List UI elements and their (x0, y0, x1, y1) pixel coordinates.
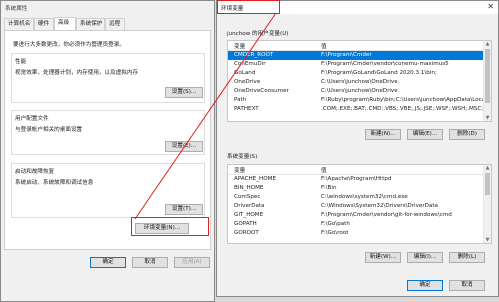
user-variables-table: 变量 值 CMDER_ROOT F:\Program\Cmder ConEmuD… (227, 40, 492, 122)
variable-value: F:\Program\Cmder (321, 51, 372, 58)
tab-remote[interactable]: 远程 (105, 18, 125, 30)
system-variables-table: 变量 值 APACHE_HOME F:\Apache\Program\Httpd… (227, 164, 492, 244)
system-variables-column-variable: 变量 (234, 168, 246, 174)
table-row[interactable]: GoLand F:\Program\GoLand\GoLand 2020.3.1… (228, 69, 483, 78)
variable-name: APACHE_HOME (234, 175, 276, 182)
table-row[interactable]: CMDER_ROOT F:\Program\Cmder (228, 51, 483, 60)
table-row[interactable]: GOPATH F:\Go\path (228, 220, 483, 229)
system-properties-apply-button[interactable]: 应用(A) (174, 257, 210, 268)
table-row[interactable]: ConEmuDir F:\Program\Cmder\vendor\conemu… (228, 60, 483, 69)
variable-value: F:\Bin (321, 184, 337, 191)
variable-value: C:\Windows\System32\Drivers\DriverData (321, 202, 438, 209)
table-row[interactable]: GIT_HOME F:\Program\Cmder\vendor\git-for… (228, 211, 483, 220)
performance-description: 视觉效果，处理器计划，内存使用，以及虚拟内存 (15, 70, 139, 76)
variable-name: GOPATH (234, 220, 257, 227)
system-properties-titlebar: 系统属性 (1, 1, 214, 14)
performance-settings-button[interactable]: 设置(S)... (165, 87, 203, 98)
table-row[interactable]: APACHE_HOME F:\Apache\Program\Httpd (228, 175, 483, 184)
scrollbar-thumb[interactable] (485, 49, 490, 103)
table-row[interactable]: GOROOT F:\Go\root (228, 229, 483, 238)
tab-hardware[interactable]: 硬件 (34, 18, 54, 30)
variable-value: F:\Go\root (321, 229, 349, 236)
startup-recovery-heading: 启动和故障恢复 (15, 169, 55, 175)
performance-heading: 性能 (15, 59, 27, 65)
variable-name: GIT_HOME (234, 211, 264, 218)
variable-value: C:\Users\junchow\OneDrive (321, 78, 398, 85)
user-variables-label: junchow 的用户变量(U) (227, 31, 289, 37)
user-variables-column-value: 值 (321, 44, 327, 50)
variable-name: Path (234, 96, 247, 103)
env-ok-button[interactable]: 确定 (407, 280, 443, 291)
user-profiles-description: 与登录帐户相关的桌面设置 (15, 127, 83, 133)
user-variables-scrollbar[interactable]: ▲ ▼ (483, 41, 491, 121)
system-new-button[interactable]: 新建(W)... (365, 252, 401, 263)
variable-name: DriverData (234, 202, 265, 209)
table-row[interactable]: Path F:\Ruby\program\Ruby\bin;C:\Users\j… (228, 96, 483, 105)
variable-name: BIN_HOME (234, 184, 264, 191)
close-icon[interactable]: ✕ (487, 2, 494, 12)
variable-value: F:\Go\path (321, 220, 350, 227)
system-properties-title: 系统属性 (5, 6, 28, 12)
variable-name: PATHEXT (234, 105, 259, 112)
system-variables-label: 系统变量(S) (227, 154, 258, 160)
table-row[interactable]: PATHEXT .COM;.EXE;.BAT;.CMD;.VBS;.VBE;.J… (228, 105, 483, 114)
scroll-down-arrow-icon[interactable]: ▼ (484, 237, 491, 243)
user-edit-button[interactable]: 编辑(E)... (407, 129, 443, 140)
table-row[interactable]: BIN_HOME F:\Bin (228, 184, 483, 193)
system-variables-column-value: 值 (321, 168, 327, 174)
admin-note: 要进行大多数更改，你必须作为管理员登录。 (13, 42, 125, 48)
startup-recovery-description: 系统启动、系统故障和调试信息 (15, 180, 94, 186)
scroll-up-arrow-icon[interactable]: ▲ (484, 41, 491, 47)
tab-advanced[interactable]: 高级 (54, 17, 76, 30)
system-edit-button[interactable]: 编辑(I)... (407, 252, 443, 263)
system-variables-scrollbar[interactable]: ▲ ▼ (483, 165, 491, 243)
tab-system-protection[interactable]: 系统保护 (76, 18, 105, 30)
scroll-up-arrow-icon[interactable]: ▲ (484, 165, 491, 171)
variable-name: GOROOT (234, 229, 259, 236)
variable-value: C:\Users\junchow\OneDrive (321, 87, 398, 94)
startup-recovery-settings-button[interactable]: 设置(T)... (165, 204, 203, 215)
highlight-box-env-title (217, 0, 280, 14)
variable-value: F:\Apache\Program\Httpd (321, 175, 392, 182)
user-new-button[interactable]: 新建(N)... (365, 129, 401, 140)
user-profiles-settings-button[interactable]: 设置(E)... (165, 141, 203, 152)
user-delete-button[interactable]: 删除(D) (449, 129, 485, 140)
variable-value: F:\Program\Cmder\vendor\conemu-maximus5 (321, 60, 449, 67)
variable-value: C:\windows\system32\cmd.exe (321, 193, 408, 200)
table-row[interactable]: OneDriveConsumer C:\Users\junchow\OneDri… (228, 87, 483, 96)
system-delete-button[interactable]: 删除(L) (449, 252, 485, 263)
user-variables-header: 变量 值 (228, 41, 491, 51)
table-row[interactable]: OneDrive C:\Users\junchow\OneDrive (228, 78, 483, 87)
variable-value: F:\Ruby\program\Ruby\bin;C:\Users\juncho… (321, 96, 483, 103)
system-properties-dialog: 系统属性 计算机名 硬件 高级 系统保护 远程 要进行大多数更改，你必须作为管理… (0, 0, 215, 302)
variable-name: ComSpec (234, 193, 261, 200)
variable-name: ConEmuDir (234, 60, 266, 67)
tab-computer-name[interactable]: 计算机名 (4, 18, 34, 30)
env-cancel-button[interactable]: 取消 (449, 280, 485, 291)
environment-variables-dialog: 环境变量 ✕ junchow 的用户变量(U) 变量 值 CMDER_ROOT … (216, 0, 499, 297)
system-variables-header: 变量 值 (228, 165, 491, 175)
system-properties-cancel-button[interactable]: 取消 (132, 257, 168, 268)
variable-value: F:\Program\GoLand\GoLand 2020.3.1\bin; (321, 69, 437, 76)
system-properties-ok-button[interactable]: 确定 (90, 257, 126, 268)
variable-name: OneDrive (234, 78, 261, 85)
variable-name: GoLand (234, 69, 256, 76)
variable-value: F:\Program\Cmder\vendor\git-for-windows\… (321, 211, 452, 218)
user-variables-column-variable: 变量 (234, 44, 246, 50)
highlight-box-env-button (131, 217, 209, 236)
scrollbar-thumb[interactable] (485, 173, 490, 195)
variable-name: OneDriveConsumer (234, 87, 289, 94)
scroll-down-arrow-icon[interactable]: ▼ (484, 115, 491, 121)
user-profiles-heading: 用户配置文件 (15, 116, 49, 122)
table-row[interactable]: ComSpec C:\windows\system32\cmd.exe (228, 193, 483, 202)
variable-name: CMDER_ROOT (234, 51, 274, 58)
table-row[interactable]: DriverData C:\Windows\System32\Drivers\D… (228, 202, 483, 211)
variable-value: .COM;.EXE;.BAT;.CMD;.VBS;.VBE;.JS;.JSE;.… (321, 105, 483, 112)
